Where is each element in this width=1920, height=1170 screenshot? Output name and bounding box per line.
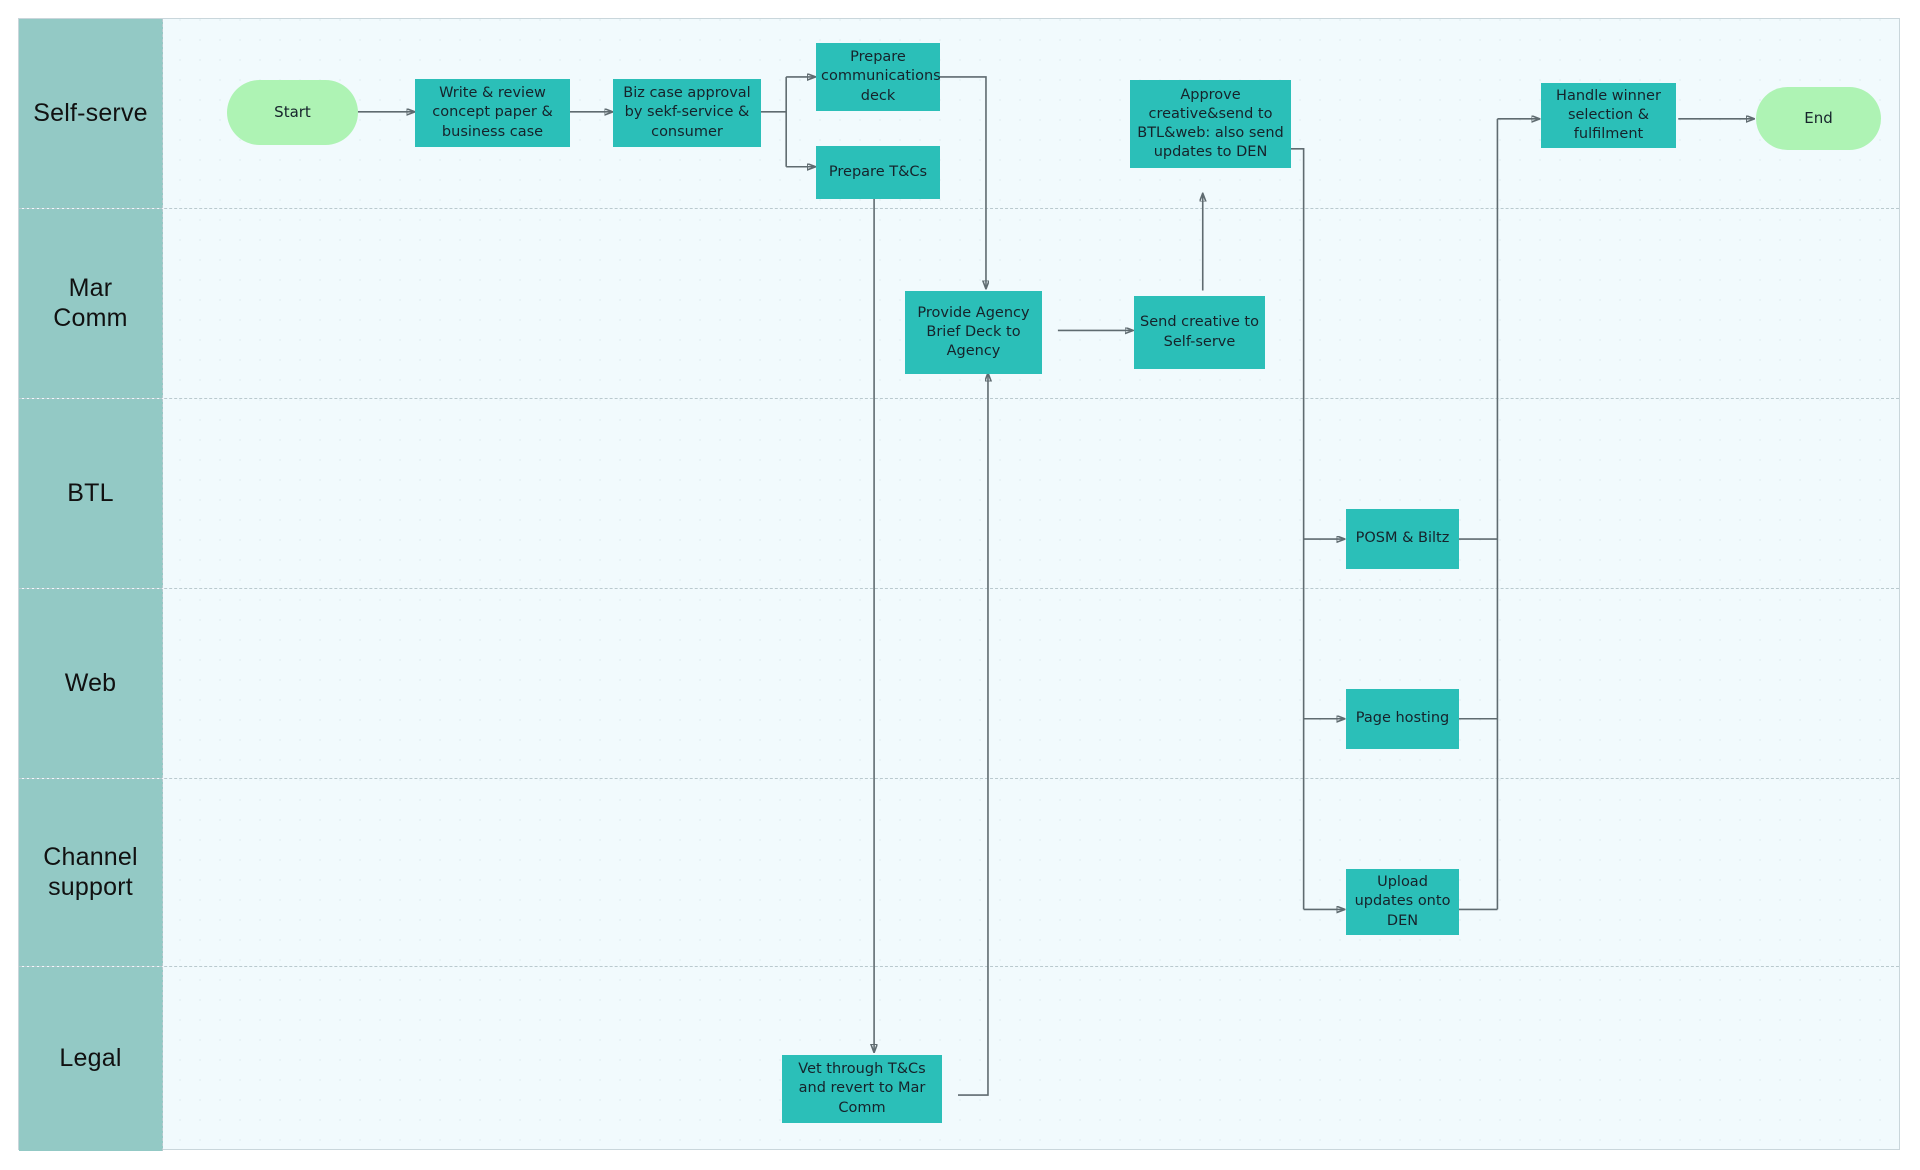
node-page-hosting[interactable]: Page hosting bbox=[1346, 689, 1459, 749]
node-end[interactable]: End bbox=[1756, 87, 1881, 150]
node-handle-winner-label: Handle winner selection & fulfilment bbox=[1556, 87, 1661, 143]
node-biz-case[interactable]: Biz case approval by sekf-service & cons… bbox=[613, 79, 761, 147]
node-handle-winner[interactable]: Handle winner selection & fulfilment bbox=[1541, 83, 1676, 148]
node-biz-case-label: Biz case approval by sekf-service & cons… bbox=[623, 85, 751, 140]
node-posm-label: POSM & Biltz bbox=[1355, 530, 1450, 547]
node-layer: Start Write & review concept paper & bus… bbox=[19, 19, 1899, 1149]
node-start[interactable]: Start bbox=[227, 80, 358, 145]
node-prepare-tcs-label: Prepare T&Cs bbox=[828, 163, 928, 180]
node-upload-den[interactable]: Upload updates onto DEN bbox=[1346, 869, 1459, 935]
node-posm[interactable]: POSM & Biltz bbox=[1346, 509, 1459, 569]
node-end-label: End bbox=[1804, 108, 1833, 127]
node-approve-creative-label: Approve creative&send to BTL&web: also s… bbox=[1137, 86, 1284, 161]
node-agency-brief-label: Provide Agency Brief Deck to Agency bbox=[917, 304, 1030, 360]
node-prepare-comms[interactable]: Prepare communications deck bbox=[816, 43, 941, 111]
node-send-creative-label: Send creative to Self-serve bbox=[1140, 314, 1259, 350]
node-upload-den-label: Upload updates onto DEN bbox=[1354, 874, 1451, 929]
node-vet-tcs-label: Vet through T&Cs and revert to Mar Comm bbox=[798, 1061, 926, 1116]
node-prepare-tcs[interactable]: Prepare T&Cs bbox=[816, 146, 940, 199]
node-write-review-label: Write & review concept paper & business … bbox=[432, 85, 553, 140]
node-start-label: Start bbox=[274, 102, 311, 121]
node-approve-creative[interactable]: Approve creative&send to BTL&web: also s… bbox=[1130, 80, 1291, 168]
node-agency-brief[interactable]: Provide Agency Brief Deck to Agency bbox=[905, 291, 1042, 374]
node-prepare-comms-label: Prepare communications deck bbox=[821, 49, 941, 104]
diagram-canvas: Self-serve Mar Comm BTL Web Channel suppor bbox=[18, 18, 1900, 1151]
node-page-hosting-label: Page hosting bbox=[1355, 710, 1450, 727]
node-vet-tcs[interactable]: Vet through T&Cs and revert to Mar Comm bbox=[782, 1055, 942, 1123]
node-write-review[interactable]: Write & review concept paper & business … bbox=[415, 79, 570, 147]
node-send-creative[interactable]: Send creative to Self-serve bbox=[1134, 296, 1265, 369]
